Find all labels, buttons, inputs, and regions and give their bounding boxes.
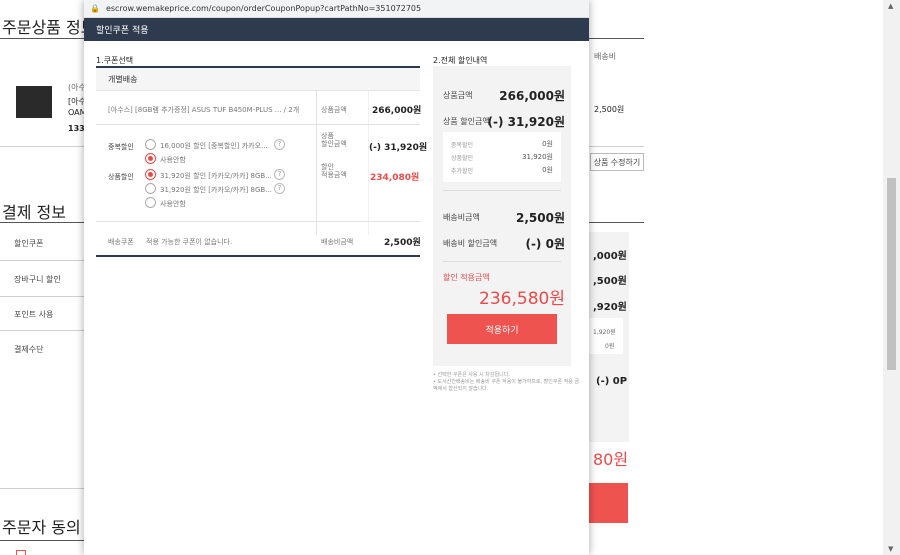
- item-price: 266,000원: [372, 106, 422, 116]
- divider: [316, 91, 317, 235]
- coupon-select-panel: 개별배송 [아수스] [8GB램 추가증정] ASUS TUF B450M-PL…: [96, 66, 427, 257]
- dup-discount-radio-none[interactable]: [145, 153, 156, 164]
- divider: [0, 222, 84, 223]
- breakdown-label: 중복할인: [451, 142, 474, 149]
- divider: [589, 146, 644, 147]
- payment-row-method: 결제수단: [14, 345, 44, 354]
- breakdown-label: 상품할인: [451, 155, 474, 162]
- divider: [0, 296, 84, 297]
- prod-discount-radio-2[interactable]: [145, 183, 156, 194]
- ship-discount: (-) 0원: [525, 237, 565, 251]
- consent-section-title: 주문자 동의: [2, 518, 81, 537]
- note-line: • 도서산간배송비는 배송비 쿠폰 적용이 불가하므로, 할인쿠폰 적용 금액에…: [433, 379, 580, 392]
- breakdown-label: 추가할인: [451, 168, 474, 175]
- coupon-popup-window: 🔒 escrow.wemakeprice.com/coupon/orderCou…: [84, 0, 589, 555]
- breakdown-value: 0원: [542, 140, 553, 148]
- order-section-title: 주문상품 정보: [2, 18, 96, 37]
- prod-discount-radio-none[interactable]: [145, 197, 156, 208]
- item-price-label: 상품금액: [321, 106, 347, 114]
- goods-amount-label: 상품금액: [443, 91, 473, 100]
- ship-discount-label: 배송비 할인금액: [443, 239, 498, 248]
- prod-discount-label: 상품할인: [108, 173, 134, 181]
- total-amount: 236,580원: [479, 289, 565, 309]
- breakdown-value: 0원: [542, 166, 553, 174]
- payment-row-cart: 장바구니 할인: [14, 275, 61, 284]
- summary-value: ,500원: [593, 276, 627, 287]
- divider: [443, 190, 561, 191]
- scroll-down-icon[interactable]: ▼: [888, 545, 893, 553]
- help-icon[interactable]: ?: [274, 169, 285, 180]
- discount-summary-panel: 상품금액 266,000원 상품 할인금액 (-) 31,920원 중복할인 0…: [433, 66, 571, 366]
- group-label: 개별배송: [96, 68, 420, 91]
- goods-discount-label: 상품 할인금액: [443, 117, 490, 126]
- summary-sub-value: 1,920원: [593, 329, 616, 336]
- total-label: 할인 적용금액: [443, 273, 490, 282]
- discount-amount: (-) 31,920원: [369, 143, 428, 153]
- summary-value: ,000원: [593, 251, 627, 262]
- url-text: escrow.wemakeprice.com/coupon/orderCoupo…: [105, 4, 422, 13]
- payment-section-title: 결제 정보: [2, 203, 66, 222]
- discount-summary-heading: 2.전체 할인내역: [433, 56, 488, 65]
- divider: [0, 540, 84, 541]
- ship-amount-label: 배송비금액: [443, 213, 480, 222]
- divider: [0, 146, 84, 147]
- dup-discount-option-1: 16,000원 할인 [중복할인] 카카오...: [160, 142, 268, 150]
- pay-button[interactable]: [589, 483, 628, 523]
- modify-product-button[interactable]: 상품 수정하기: [590, 153, 644, 171]
- divider: [443, 261, 561, 262]
- summary-sub-value: 0원: [605, 343, 615, 350]
- product-thumbnail: [16, 86, 52, 118]
- divider: [96, 255, 420, 257]
- consent-checkbox[interactable]: [16, 550, 26, 555]
- lock-icon: 🔒: [90, 4, 100, 13]
- summary-value: ,920원: [593, 302, 627, 313]
- ship-fee-label: 배송비금액: [321, 238, 354, 246]
- ship-coupon-text: 적용 가능한 쿠폰이 없습니다.: [146, 238, 233, 246]
- breakdown-value: 31,920원: [522, 153, 553, 161]
- dup-discount-option-none: 사용안함: [160, 156, 186, 164]
- applied-amount-label: 할인 적용금액: [321, 163, 347, 179]
- prod-discount-option-none: 사용안함: [160, 200, 186, 208]
- divider: [0, 330, 84, 331]
- divider: [96, 124, 420, 125]
- dup-discount-label: 중복할인: [108, 143, 134, 151]
- discount-amount-label: 상품 할인금액: [321, 132, 347, 148]
- apply-button[interactable]: 적용하기: [447, 314, 557, 344]
- ship-amount: 2,500원: [516, 211, 565, 225]
- prod-discount-option-2: 31,920원 할인 [카카오/카카] 8GB...: [160, 186, 272, 194]
- payment-row-coupon: 할인쿠폰: [14, 239, 44, 248]
- total-value-fragment: 80원: [593, 450, 629, 469]
- goods-amount: 266,000원: [499, 89, 565, 103]
- item-name: [아수스] [8GB램 추가증정] ASUS TUF B450M-PLUS ..…: [108, 106, 300, 114]
- applied-amount: 234,080원: [370, 173, 420, 183]
- scrollbar-thumb[interactable]: [887, 178, 896, 370]
- divider: [589, 38, 644, 39]
- points-value: (-) 0P: [596, 376, 628, 387]
- notes: • 선택한 쿠폰은 사용 시 차감됩니다. • 도서산간배송비는 배송비 쿠폰 …: [433, 372, 583, 393]
- divider: [96, 221, 420, 222]
- popup-title: 할인쿠폰 적용: [84, 18, 589, 41]
- discount-breakdown: 중복할인 0원 상품할인 31,920원 추가할인 0원: [443, 132, 561, 182]
- divider: [589, 222, 644, 223]
- divider: [0, 260, 84, 261]
- ship-coupon-label: 배송쿠폰: [108, 238, 134, 246]
- goods-discount: (-) 31,920원: [487, 115, 565, 129]
- prod-discount-option-1: 31,920원 할인 [카카오/카카] 8GB...: [160, 172, 272, 180]
- divider: [0, 38, 84, 39]
- help-icon[interactable]: ?: [274, 139, 285, 150]
- ship-fee-value: 2,500원: [384, 238, 421, 248]
- dup-discount-radio-1[interactable]: [145, 139, 156, 150]
- prod-discount-radio-1[interactable]: [145, 169, 156, 180]
- help-icon[interactable]: ?: [274, 183, 285, 194]
- scroll-up-icon[interactable]: ▲: [888, 2, 893, 10]
- shipping-fee: 2,500원: [594, 105, 625, 114]
- divider: [368, 91, 369, 235]
- coupon-select-heading: 1.쿠폰선택: [96, 56, 134, 65]
- note-line: • 선택한 쿠폰은 사용 시 차감됩니다.: [433, 372, 510, 378]
- shipping-column-header: 배송비: [594, 52, 617, 61]
- payment-row-points: 포인트 사용: [14, 310, 54, 319]
- divider: [0, 488, 84, 489]
- page-scrollbar[interactable]: ▲ ▼: [883, 0, 900, 555]
- address-bar[interactable]: 🔒 escrow.wemakeprice.com/coupon/orderCou…: [84, 0, 589, 18]
